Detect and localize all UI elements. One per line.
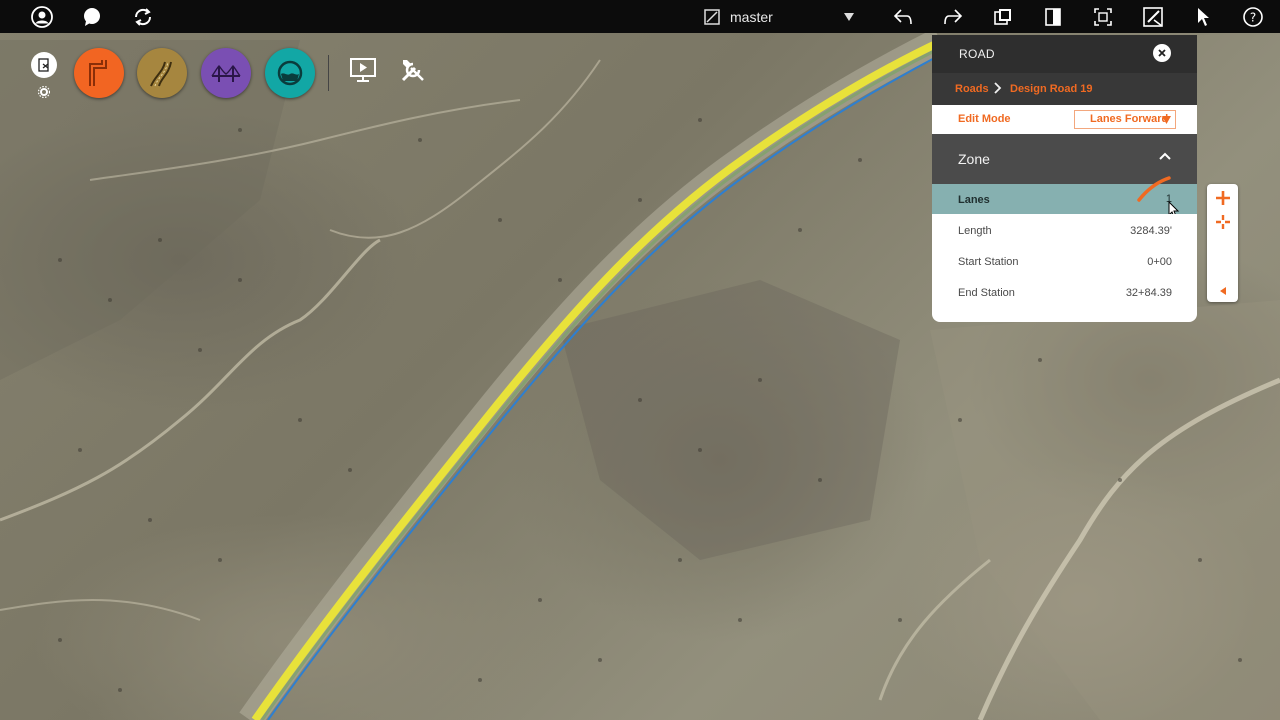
lanes-row[interactable]: Lanes 1 — [932, 176, 1197, 218]
chat-bubble-icon[interactable] — [80, 5, 104, 29]
property-label: Start Station — [958, 256, 1019, 268]
add-lane-button[interactable] — [1212, 187, 1233, 208]
pointer-icon[interactable] — [1191, 5, 1215, 29]
top-toolbar: master ? — [0, 0, 1280, 33]
property-row-end-station: End Station 32+84.39 — [932, 276, 1197, 307]
sync-icon[interactable] — [131, 5, 155, 29]
breadcrumb-roads[interactable]: Roads — [955, 83, 989, 95]
roads-icon[interactable] — [74, 48, 124, 98]
edit-tool-icon[interactable] — [1141, 5, 1165, 29]
lanes-label: Lanes — [958, 194, 990, 206]
present-icon[interactable] — [348, 55, 378, 85]
property-value: 0+00 — [1147, 256, 1172, 268]
property-row-length: Length 3284.39' — [932, 214, 1197, 245]
edit-mode-label: Edit Mode — [958, 113, 1011, 125]
property-label: Length — [958, 225, 992, 237]
property-row-start-station: Start Station 0+00 — [932, 245, 1197, 276]
svg-text:?: ? — [1250, 11, 1256, 25]
water-icon[interactable] — [265, 48, 315, 98]
lane-controls — [1207, 184, 1238, 302]
panel-header: ROAD — [932, 35, 1197, 73]
properties-list: Length 3284.39' Start Station 0+00 End S… — [932, 214, 1197, 322]
caret-left-icon — [1219, 286, 1226, 295]
collapse-strip-button[interactable] — [1212, 280, 1233, 301]
split-lane-button[interactable] — [1212, 211, 1233, 232]
settings-gear-icon[interactable] — [37, 83, 51, 99]
branch-dropdown-icon[interactable] — [837, 5, 861, 29]
split-view-icon[interactable] — [1041, 5, 1065, 29]
road-panel: ROAD Roads Design Road 19 Edit Mode Lane… — [932, 35, 1197, 322]
tools-icon[interactable] — [398, 55, 428, 85]
breadcrumb: Roads Design Road 19 — [932, 73, 1197, 105]
branch-name[interactable]: master — [730, 9, 773, 25]
edit-mode-select[interactable]: Lanes Forward — [1074, 110, 1176, 129]
manage-icon[interactable] — [31, 52, 57, 78]
fit-view-icon[interactable] — [1091, 5, 1115, 29]
breadcrumb-current[interactable]: Design Road 19 — [1010, 83, 1093, 95]
property-value: 3284.39' — [1130, 225, 1172, 237]
property-value: 32+84.39 — [1125, 287, 1172, 299]
chevron-right-icon — [994, 82, 1002, 97]
close-icon — [1158, 49, 1166, 57]
terrain-road-icon[interactable] — [137, 48, 187, 98]
branch-icon[interactable] — [700, 5, 724, 29]
close-button[interactable] — [1153, 44, 1171, 62]
panel-title: ROAD — [959, 47, 995, 61]
split-plus-icon — [1215, 214, 1230, 229]
redo-icon[interactable] — [941, 5, 965, 29]
plus-icon — [1215, 190, 1230, 205]
chevron-up-icon[interactable] — [1159, 152, 1171, 160]
undo-icon[interactable] — [891, 5, 915, 29]
edit-mode-row: Edit Mode Lanes Forward — [932, 105, 1197, 134]
dock-divider — [328, 55, 329, 91]
bridge-icon[interactable] — [201, 48, 251, 98]
property-label: End Station — [958, 287, 1015, 299]
help-icon[interactable]: ? — [1241, 5, 1265, 29]
layers-icon[interactable] — [991, 5, 1015, 29]
caret-down-icon — [1162, 116, 1171, 124]
edit-mode-value: Lanes Forward — [1090, 113, 1169, 125]
zone-title: Zone — [958, 151, 990, 167]
user-icon[interactable] — [30, 5, 54, 29]
